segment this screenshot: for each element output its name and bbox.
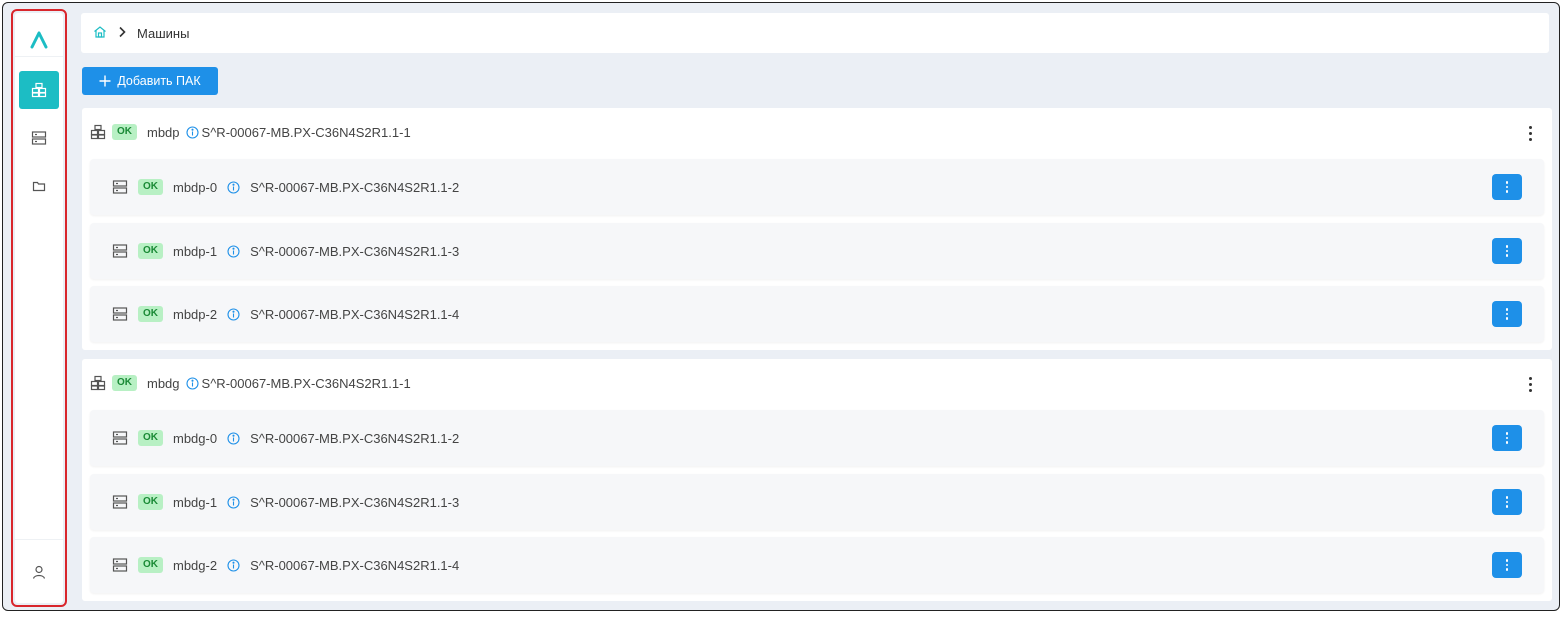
cluster-icon <box>90 375 106 391</box>
status-badge: OK <box>138 179 163 195</box>
machine-name: mbdg-0 <box>173 430 218 446</box>
pak-group-header: OK mbdg S^R-00067-MB.PX-C36N4S2R1.1-1 <box>90 373 411 393</box>
machine-row: OK mbdp-0 S^R-00067-MB.PX-C36N4S2R1.1-2 <box>90 159 1544 215</box>
server-icon <box>112 307 128 321</box>
sidebar-item-files[interactable] <box>19 167 59 205</box>
server-icon <box>112 431 128 445</box>
machine-row: OK mbdg-0 S^R-00067-MB.PX-C36N4S2R1.1-2 <box>90 410 1544 466</box>
info-icon[interactable] <box>227 307 240 321</box>
info-icon[interactable] <box>185 376 199 390</box>
machine-serial: S^R-00067-MB.PX-C36N4S2R1.1-4 <box>250 306 460 322</box>
logo-icon <box>30 31 48 48</box>
info-icon[interactable] <box>227 180 240 194</box>
sidebar-item-servers[interactable] <box>19 119 59 157</box>
cluster-icon <box>90 124 106 140</box>
machine-name: mbdp-1 <box>173 243 218 259</box>
machine-row: OK mbdp-2 S^R-00067-MB.PX-C36N4S2R1.1-4 <box>90 286 1544 342</box>
machine-menu-button[interactable] <box>1492 238 1522 264</box>
machine-serial: S^R-00067-MB.PX-C36N4S2R1.1-2 <box>250 179 460 195</box>
sidebar-panel <box>15 13 63 603</box>
info-icon[interactable] <box>227 431 240 445</box>
server-icon <box>112 244 128 258</box>
info-icon[interactable] <box>185 125 199 139</box>
machine-row: OK mbdg-2 S^R-00067-MB.PX-C36N4S2R1.1-4 <box>90 537 1544 593</box>
sidebar-item-clusters[interactable] <box>19 71 59 109</box>
machine-row: OK mbdg-1 S^R-00067-MB.PX-C36N4S2R1.1-3 <box>90 474 1544 530</box>
server-icon <box>112 495 128 509</box>
machine-name: mbdg-1 <box>173 494 218 510</box>
pak-group-header: OK mbdp S^R-00067-MB.PX-C36N4S2R1.1-1 <box>90 122 411 142</box>
app-window: Машины Добавить ПАК OK mbdp S^R-00067-MB… <box>2 2 1560 611</box>
status-badge: OK <box>138 306 163 322</box>
server-icon <box>31 131 47 145</box>
sidebar-item-profile[interactable] <box>15 539 63 603</box>
app-logo[interactable] <box>15 23 63 57</box>
info-icon[interactable] <box>227 558 240 572</box>
more-vertical-icon[interactable] <box>1524 122 1536 144</box>
breadcrumb: Машины <box>81 13 1549 53</box>
user-icon <box>32 565 46 579</box>
info-icon[interactable] <box>227 495 240 509</box>
status-badge: OK <box>138 430 163 446</box>
machine-serial: S^R-00067-MB.PX-C36N4S2R1.1-3 <box>250 243 460 259</box>
more-vertical-icon[interactable] <box>1524 373 1536 395</box>
status-badge: OK <box>138 557 163 573</box>
status-badge: OK <box>138 243 163 259</box>
pak-group: OK mbdg S^R-00067-MB.PX-C36N4S2R1.1-1 OK… <box>82 359 1552 601</box>
pak-group: OK mbdp S^R-00067-MB.PX-C36N4S2R1.1-1 OK… <box>82 108 1552 350</box>
pak-serial: S^R-00067-MB.PX-C36N4S2R1.1-1 <box>201 375 411 391</box>
machine-menu-button[interactable] <box>1492 425 1522 451</box>
info-icon[interactable] <box>227 244 240 258</box>
status-badge: OK <box>138 494 163 510</box>
machine-menu-button[interactable] <box>1492 174 1522 200</box>
pak-name: mbdg <box>147 375 180 391</box>
cluster-icon <box>31 82 47 98</box>
server-icon <box>112 180 128 194</box>
machine-serial: S^R-00067-MB.PX-C36N4S2R1.1-3 <box>250 494 460 510</box>
chevron-right-icon <box>117 25 127 41</box>
add-pak-button[interactable]: Добавить ПАК <box>82 67 218 95</box>
breadcrumb-current: Машины <box>137 25 190 41</box>
home-icon[interactable] <box>93 25 107 42</box>
sidebar <box>11 9 67 607</box>
folder-icon <box>32 181 46 192</box>
server-icon <box>112 558 128 572</box>
pak-serial: S^R-00067-MB.PX-C36N4S2R1.1-1 <box>201 124 411 140</box>
machine-menu-button[interactable] <box>1492 552 1522 578</box>
machine-serial: S^R-00067-MB.PX-C36N4S2R1.1-4 <box>250 557 460 573</box>
machine-menu-button[interactable] <box>1492 301 1522 327</box>
status-badge: OK <box>112 375 137 391</box>
add-pak-label: Добавить ПАК <box>117 74 201 88</box>
machine-name: mbdp-2 <box>173 306 218 322</box>
machine-serial: S^R-00067-MB.PX-C36N4S2R1.1-2 <box>250 430 460 446</box>
status-badge: OK <box>112 124 137 140</box>
machine-row: OK mbdp-1 S^R-00067-MB.PX-C36N4S2R1.1-3 <box>90 223 1544 279</box>
machine-name: mbdg-2 <box>173 557 218 573</box>
machine-menu-button[interactable] <box>1492 489 1522 515</box>
machine-name: mbdp-0 <box>173 179 218 195</box>
plus-icon <box>99 75 111 87</box>
pak-name: mbdp <box>147 124 180 140</box>
